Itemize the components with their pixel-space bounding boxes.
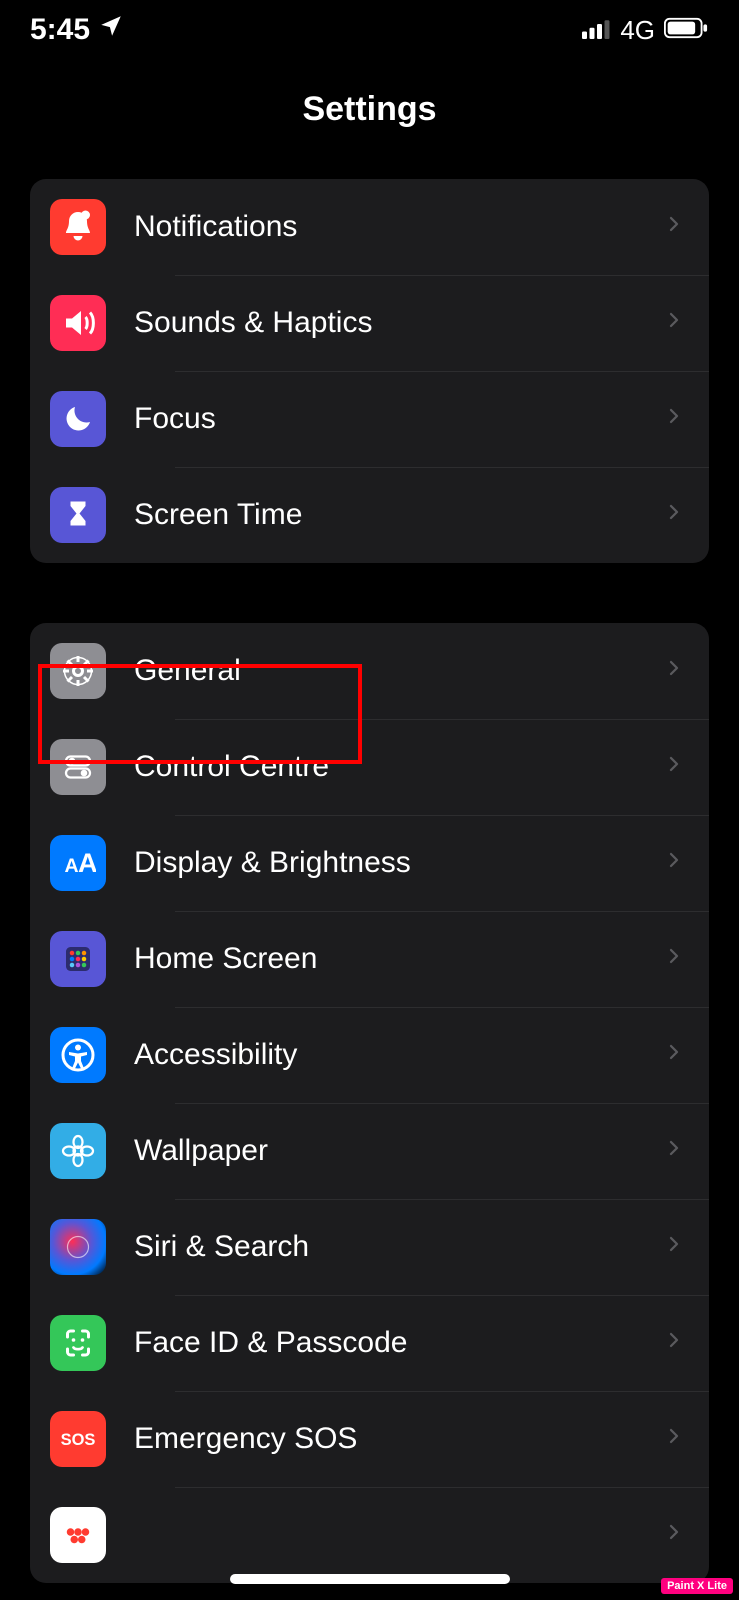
row-label: Wallpaper — [134, 1134, 665, 1168]
chevron-right-icon — [665, 1230, 683, 1265]
chevron-right-icon — [665, 210, 683, 245]
battery-icon — [663, 15, 709, 46]
row-label: Display & Brightness — [134, 846, 665, 880]
settings-row-focus[interactable]: Focus — [30, 371, 709, 467]
chevron-right-icon — [665, 498, 683, 533]
hourglass-icon — [50, 487, 106, 543]
grid-apps-icon — [50, 931, 106, 987]
chevron-right-icon — [665, 306, 683, 341]
moon-icon — [50, 391, 106, 447]
row-label: Sounds & Haptics — [134, 306, 665, 340]
page-header: Settings — [0, 60, 739, 179]
settings-row-face-id-passcode[interactable]: Face ID & Passcode — [30, 1295, 709, 1391]
home-indicator[interactable] — [230, 1574, 510, 1584]
chevron-right-icon — [665, 846, 683, 881]
chevron-right-icon — [665, 750, 683, 785]
status-right: 4G — [582, 15, 709, 46]
speaker-icon — [50, 295, 106, 351]
row-label: General — [134, 654, 665, 688]
toggles-icon — [50, 739, 106, 795]
chevron-right-icon — [665, 1422, 683, 1457]
gear-icon — [50, 643, 106, 699]
status-left: 5:45 — [30, 13, 124, 47]
text-size-icon — [50, 835, 106, 891]
settings-group: Notifications Sounds & Haptics Focus Screen… — [30, 179, 709, 563]
row-label: Accessibility — [134, 1038, 665, 1072]
chevron-right-icon — [665, 654, 683, 689]
page-title: Settings — [0, 90, 739, 129]
settings-row-accessibility[interactable]: Accessibility — [30, 1007, 709, 1103]
settings-row-home-screen[interactable]: Home Screen — [30, 911, 709, 1007]
settings-list: Notifications Sounds & Haptics Focus Screen… — [0, 179, 739, 1583]
settings-row-exposure[interactable] — [30, 1487, 709, 1583]
settings-group: General Control Centre Display & Brightnes… — [30, 623, 709, 1583]
settings-row-siri-search[interactable]: Siri & Search — [30, 1199, 709, 1295]
row-label: Home Screen — [134, 942, 665, 976]
sos-icon — [50, 1411, 106, 1467]
chevron-right-icon — [665, 1038, 683, 1073]
settings-row-emergency-sos[interactable]: Emergency SOS — [30, 1391, 709, 1487]
chevron-right-icon — [665, 942, 683, 977]
signal-icon — [582, 15, 612, 46]
location-icon — [98, 13, 124, 47]
chevron-right-icon — [665, 402, 683, 437]
settings-row-wallpaper[interactable]: Wallpaper — [30, 1103, 709, 1199]
settings-row-control-centre[interactable]: Control Centre — [30, 719, 709, 815]
exposure-icon — [50, 1507, 106, 1563]
row-label: Focus — [134, 402, 665, 436]
chevron-right-icon — [665, 1326, 683, 1361]
row-label: Face ID & Passcode — [134, 1326, 665, 1360]
row-label: Control Centre — [134, 750, 665, 784]
accessibility-icon — [50, 1027, 106, 1083]
chevron-right-icon — [665, 1518, 683, 1553]
settings-row-screen-time[interactable]: Screen Time — [30, 467, 709, 563]
settings-row-display-brightness[interactable]: Display & Brightness — [30, 815, 709, 911]
status-time: 5:45 — [30, 13, 90, 47]
siri-icon — [50, 1219, 106, 1275]
settings-row-general[interactable]: General — [30, 623, 709, 719]
settings-row-sounds-haptics[interactable]: Sounds & Haptics — [30, 275, 709, 371]
settings-row-notifications[interactable]: Notifications — [30, 179, 709, 275]
flower-icon — [50, 1123, 106, 1179]
network-label: 4G — [620, 15, 655, 46]
row-label: Notifications — [134, 210, 665, 244]
face-id-icon — [50, 1315, 106, 1371]
row-label: Siri & Search — [134, 1230, 665, 1264]
chevron-right-icon — [665, 1134, 683, 1169]
row-label: Screen Time — [134, 498, 665, 532]
status-bar: 5:45 4G — [0, 0, 739, 60]
watermark: Paint X Lite — [661, 1578, 733, 1594]
row-label: Emergency SOS — [134, 1422, 665, 1456]
bell-icon — [50, 199, 106, 255]
